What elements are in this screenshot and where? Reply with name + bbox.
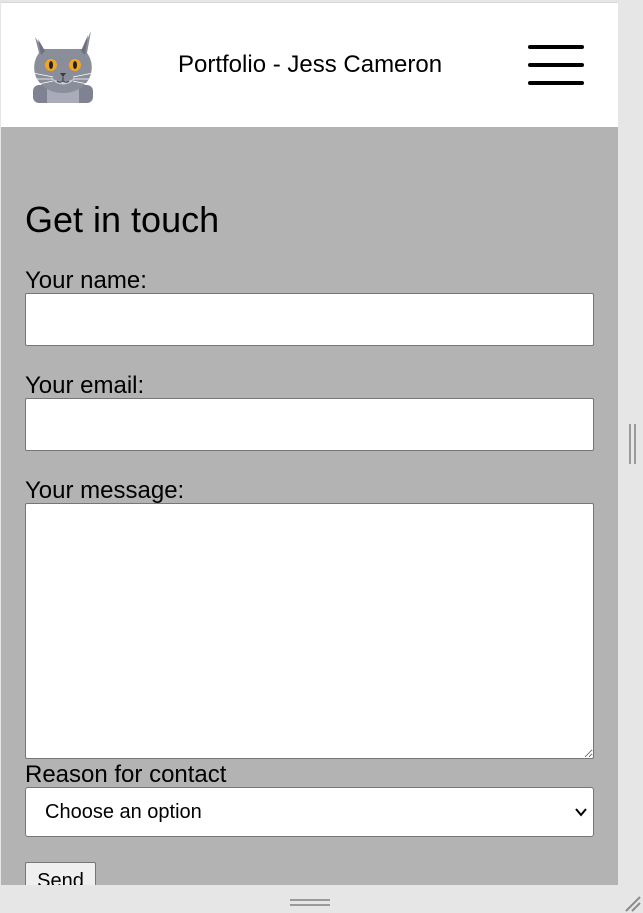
page-heading: Get in touch — [25, 199, 220, 240]
site-title: Portfolio - Jess Cameron — [178, 51, 443, 78]
reason-label: Reason for contact — [25, 761, 227, 788]
email-label: Your email: — [25, 372, 145, 399]
name-input[interactable] — [25, 293, 594, 346]
hamburger-menu-icon-bar — [528, 45, 584, 49]
page-viewport: Portfolio - Jess Cameron Get in touch Yo… — [1, 2, 618, 885]
handle-line — [629, 424, 631, 464]
hamburger-menu-icon-bar — [528, 63, 584, 67]
hamburger-menu-icon-bar — [528, 81, 584, 85]
corner-resize-grip-icon[interactable] — [622, 893, 642, 913]
email-input[interactable] — [25, 398, 594, 451]
handle-line — [634, 424, 636, 464]
name-label: Your name: — [25, 267, 147, 294]
device-frame: Portfolio - Jess Cameron Get in touch Yo… — [0, 0, 643, 913]
site-header: Portfolio - Jess Cameron — [1, 3, 618, 127]
side-resize-handle[interactable] — [627, 424, 637, 464]
handle-line — [290, 899, 330, 901]
hamburger-menu-button[interactable] — [527, 43, 585, 87]
reason-select[interactable]: Choose an option — [25, 787, 594, 837]
reason-selected-value: Choose an option — [45, 801, 202, 823]
cat-logo-icon[interactable] — [29, 27, 97, 103]
message-label: Your message: — [25, 477, 185, 504]
chevron-down-icon — [575, 808, 587, 817]
send-button[interactable]: Send — [25, 862, 96, 885]
handle-line — [290, 904, 330, 906]
message-textarea[interactable] — [25, 503, 594, 759]
bottom-resize-handle[interactable] — [290, 897, 330, 907]
